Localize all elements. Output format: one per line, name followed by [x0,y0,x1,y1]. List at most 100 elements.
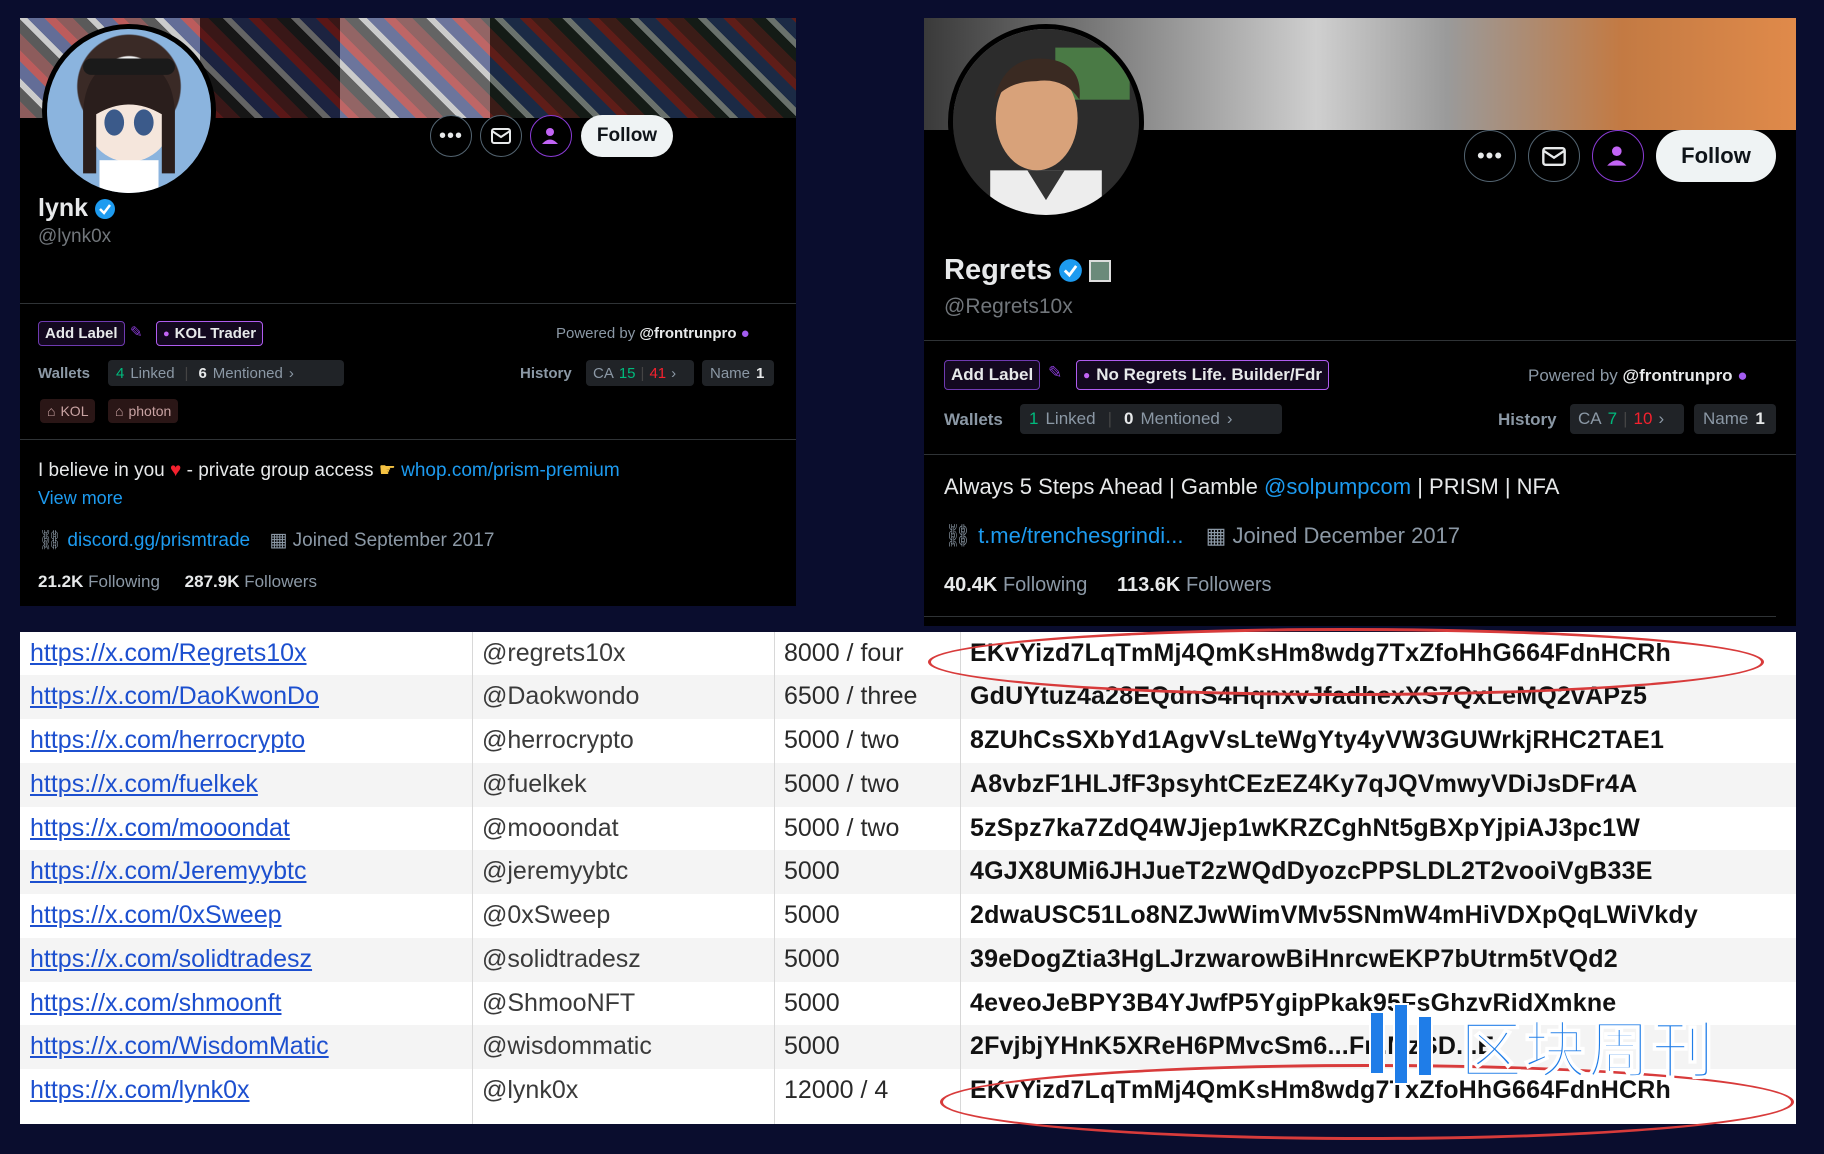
name-history-pill[interactable]: Name 1 [1694,404,1776,434]
ca-label: CA [1578,409,1602,428]
bio-text: I believe in you [38,460,165,481]
profile-url-link[interactable]: https://x.com/shmoonft [30,989,282,1018]
bio-mention-link[interactable]: @solpumpcom [1264,474,1411,499]
chevron-right-icon: › [1658,409,1665,428]
payment-amount: 8000 / four [784,639,904,668]
profile-url-link[interactable]: https://x.com/Jeremyybtc [30,857,306,886]
profile-avatar[interactable] [948,24,1144,220]
profile-url-link[interactable]: https://x.com/herrocrypto [30,726,305,755]
divider [924,454,1796,455]
verified-badge-icon [1059,259,1082,282]
flame-icon: ● [163,327,170,340]
followers-count[interactable]: 287.9K [185,572,240,591]
chip-label: No Regrets Life. Builder/Fdr [1096,365,1322,384]
divider [924,340,1796,341]
name-label: Name [710,364,751,382]
followers-count[interactable]: 113.6K [1117,574,1180,596]
payment-amount: 5000 / two [784,770,900,799]
more-options-button[interactable]: ••• [430,115,472,157]
profile-name: Regrets [944,254,1111,287]
follow-button[interactable]: Follow [581,115,673,157]
frontrun-logo-icon: ● [740,325,750,342]
frontrun-button[interactable] [1592,130,1644,182]
joined-date: Joined September 2017 [292,530,495,551]
joined-date: Joined December 2017 [1232,523,1461,548]
payment-amount: 5000 / two [784,726,900,755]
tag-icon: ⌂ [115,403,124,419]
twitter-handle: @jeremyybtc [482,857,629,886]
ca-green-count: 7 [1607,409,1618,428]
chevron-right-icon: › [288,364,294,382]
table-row: https://x.com/Jeremyybtc @jeremyybtc 5000 4… [20,850,1796,894]
twitter-handle: @mooondat [482,814,619,843]
chevron-right-icon: › [1226,409,1233,428]
powered-by-link[interactable]: @frontrunpro [1623,366,1733,385]
mentioned-label: Mentioned [1140,409,1220,428]
powered-by-link[interactable]: @frontrunpro [639,325,736,342]
profile-url-link[interactable]: https://x.com/0xSweep [30,901,282,930]
ca-history-pill[interactable]: CA 15 | 41 › [586,360,694,386]
link-icon: ⛓ [944,523,972,548]
column-divider [472,632,473,1124]
add-label-button[interactable]: Add Label [38,321,125,346]
message-button[interactable] [1528,130,1580,182]
twitter-handle: @herrocrypto [482,726,634,755]
user-plus-icon [1607,146,1627,166]
table-row: https://x.com/herrocrypto @herrocrypto 500… [20,719,1796,763]
profile-url-link[interactable]: https://x.com/solidtradesz [30,945,312,974]
following-count[interactable]: 40.4K [944,574,997,596]
table-row: https://x.com/fuelkek @fuelkek 5000 / two A… [20,763,1796,807]
follow-button[interactable]: Follow [1656,130,1776,182]
ca-history-pill[interactable]: CA 7 | 10 › [1570,404,1684,434]
bio-text-2: | PRISM | NFA [1417,474,1560,499]
payment-amount: 5000 / two [784,814,900,843]
website-link[interactable]: t.me/trenchesgrindi... [978,523,1183,548]
tag-photon[interactable]: ⌂ photon [108,399,179,423]
name-history-pill[interactable]: Name 1 [702,360,774,386]
profile-bio: I believe in you ♥ - private group acces… [38,459,620,482]
profile-url-link[interactable]: https://x.com/DaoKwonDo [30,682,319,711]
flame-icon: ● [1083,368,1091,382]
followers-label[interactable]: Followers [244,572,317,591]
followers-label[interactable]: Followers [1186,574,1272,596]
edit-icon[interactable]: ✎ [1048,363,1062,383]
bio-link[interactable]: whop.com/prism-premium [401,460,620,481]
more-options-button[interactable]: ••• [1464,130,1516,182]
profile-handle: @Regrets10x [944,295,1073,318]
profile-url-link[interactable]: https://x.com/fuelkek [30,770,258,799]
frontrun-button[interactable] [530,115,572,157]
history-label: History [520,365,572,382]
wallets-pill[interactable]: 1 Linked | 0 Mentioned › [1020,404,1282,434]
wallets-pill[interactable]: 4 Linked | 6 Mentioned › [108,360,344,386]
view-more-link[interactable]: View more [38,488,123,509]
profile-handle: @lynk0x [38,226,112,247]
profile-url-link[interactable]: https://x.com/lynk0x [30,1076,250,1105]
profile-url-link[interactable]: https://x.com/Regrets10x [30,639,307,668]
wallets-label: Wallets [38,365,90,382]
mail-icon [1542,146,1566,166]
wallet-address: 8ZUhCsSXbYd1AgvVsLteWgYty4yVW3GUWrkjRHC2… [970,726,1665,755]
profile-card-regrets: ••• Follow Regrets @Regrets10x Add Label… [924,18,1796,626]
following-label[interactable]: Following [88,572,160,591]
column-divider [960,632,961,1124]
display-name: Regrets [944,254,1052,286]
frontrun-logo-icon: ● [1737,366,1748,385]
website-link[interactable]: discord.gg/prismtrade [67,530,250,551]
twitter-handle: @ShmooNFT [482,989,636,1018]
profile-url-link[interactable]: https://x.com/WisdomMatic [30,1032,329,1061]
edit-icon[interactable]: ✎ [130,323,143,341]
more-icon: ••• [438,125,463,147]
pointing-hand-icon: ☛ [378,460,396,481]
add-label-button[interactable]: Add Label [944,360,1041,390]
history-label: History [1498,410,1557,429]
wallet-address: 2dwaUSC51Lo8NZJwWimVMv5SNmW4mHiVDXpQqLWi… [970,901,1698,930]
message-button[interactable] [480,115,522,157]
profile-stats: 40.4K Following 113.6K Followers [944,574,1272,597]
chip-label: KOL Trader [174,325,257,342]
following-count[interactable]: 21.2K [38,572,83,591]
following-label[interactable]: Following [1003,574,1087,596]
profile-avatar[interactable] [42,24,216,198]
profile-url-link[interactable]: https://x.com/mooondat [30,814,290,843]
tag-kol[interactable]: ⌂ KOL [40,399,96,423]
heart-icon: ♥ [170,460,182,481]
